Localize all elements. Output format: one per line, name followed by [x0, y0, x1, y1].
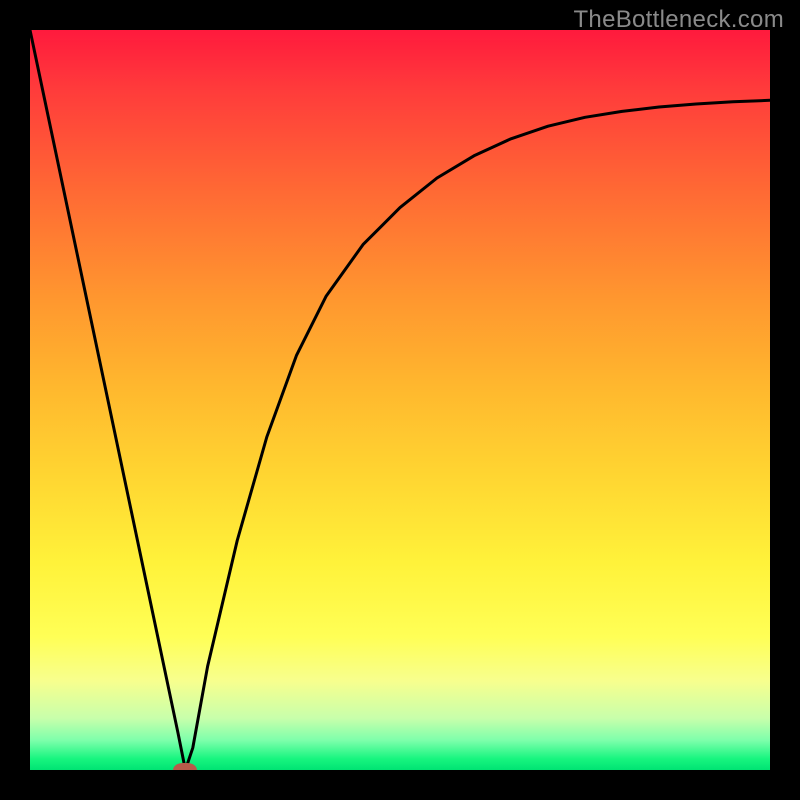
- optimal-point-marker: [173, 763, 197, 770]
- curve-svg: [30, 30, 770, 770]
- watermark-text: TheBottleneck.com: [573, 6, 784, 34]
- chart-frame: TheBottleneck.com: [0, 0, 800, 800]
- bottleneck-curve-path: [30, 30, 770, 770]
- plot-area: [30, 30, 770, 770]
